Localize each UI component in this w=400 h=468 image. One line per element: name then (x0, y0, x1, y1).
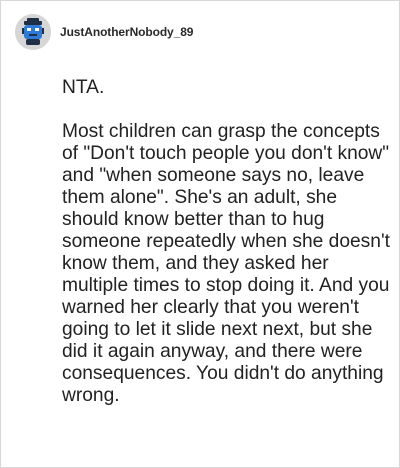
robot-avatar-icon (15, 14, 51, 50)
author-name[interactable]: JustAnotherNobody_89 (60, 25, 193, 39)
comment-body: NTA. Most children can grasp the concept… (62, 77, 391, 407)
comment-paragraph-2: Most children can grasp the concepts of … (62, 121, 390, 406)
comment-card: JustAnotherNobody_89 NTA. Most children … (0, 0, 400, 468)
comment-paragraph-1: NTA. (62, 77, 105, 98)
avatar[interactable] (15, 14, 51, 50)
comment-header: JustAnotherNobody_89 (15, 14, 387, 50)
